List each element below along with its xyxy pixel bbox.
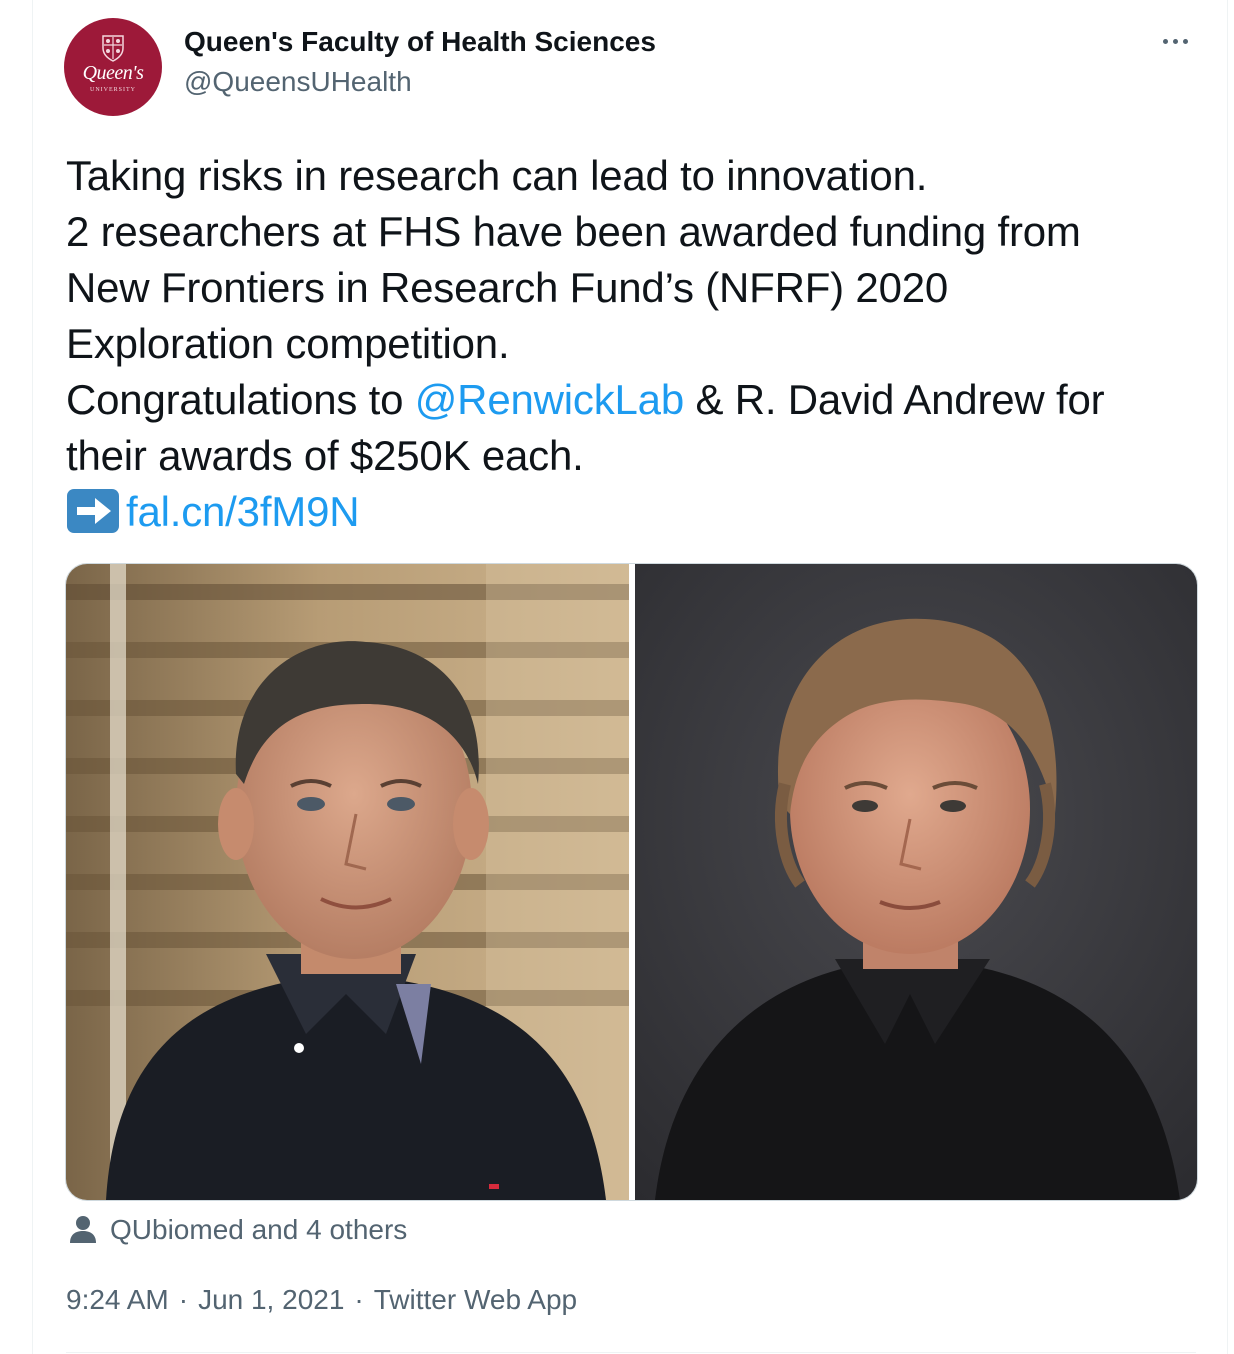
tweet-meta: 9:24 AM · Jun 1, 2021 · Twitter Web App	[66, 1284, 577, 1316]
media-grid	[65, 563, 1198, 1201]
tweet-line: New Frontiers in Research Fund’s (NFRF) …	[66, 264, 949, 311]
right-arrow-emoji-icon	[67, 489, 119, 533]
tweet-time[interactable]: 9:24 AM	[66, 1284, 169, 1316]
liked-by[interactable]: QUbiomed and 4 others	[70, 1212, 407, 1248]
photo-left[interactable]	[66, 564, 629, 1200]
tweet-date[interactable]: Jun 1, 2021	[198, 1284, 344, 1316]
person-icon	[70, 1216, 96, 1243]
tweet-source[interactable]: Twitter Web App	[374, 1284, 577, 1316]
avatar-subtext: UNIVERSITY	[90, 87, 136, 93]
tweet-line: Taking risks in research can lead to inn…	[66, 152, 928, 199]
tweet-line: their awards of $250K each.	[66, 432, 584, 479]
meta-separator: ·	[178, 1284, 189, 1315]
tweet-line: Exploration competition.	[66, 320, 510, 367]
tweet-line: Congratulations to @RenwickLab & R. Davi…	[66, 372, 1196, 428]
url-link[interactable]: fal.cn/3fM9N	[126, 488, 360, 535]
author-handle[interactable]: @QueensUHealth	[184, 66, 412, 98]
meta-separator: ·	[354, 1284, 364, 1315]
more-options-icon[interactable]	[1155, 26, 1195, 56]
portrait-photo-left	[66, 564, 629, 1200]
tweet-line: 2 researchers at FHS have been awarded f…	[66, 208, 1081, 255]
tweet-text-segment: Congratulations to	[66, 376, 415, 423]
avatar-wordmark: Queen's	[82, 62, 144, 84]
dot	[1162, 38, 1168, 44]
tweet-text-segment: & R. David Andrew for	[683, 376, 1105, 423]
tweet-line: fal.cn/3fM9N	[66, 484, 1196, 540]
crest-icon	[102, 35, 124, 62]
liked-by-text: QUbiomed and 4 others	[110, 1214, 408, 1245]
portrait-photo-right	[635, 564, 1197, 1200]
tweet-text: Taking risks in research can lead to inn…	[66, 148, 1196, 540]
divider	[66, 1352, 1196, 1353]
author-avatar[interactable]: Queen's UNIVERSITY	[64, 18, 162, 116]
dot	[1182, 38, 1188, 44]
dot	[1172, 38, 1178, 44]
mention-link[interactable]: @RenwickLab	[415, 376, 684, 423]
photo-right[interactable]	[635, 564, 1197, 1200]
author-name[interactable]: Queen's Faculty of Health Sciences	[184, 26, 656, 58]
